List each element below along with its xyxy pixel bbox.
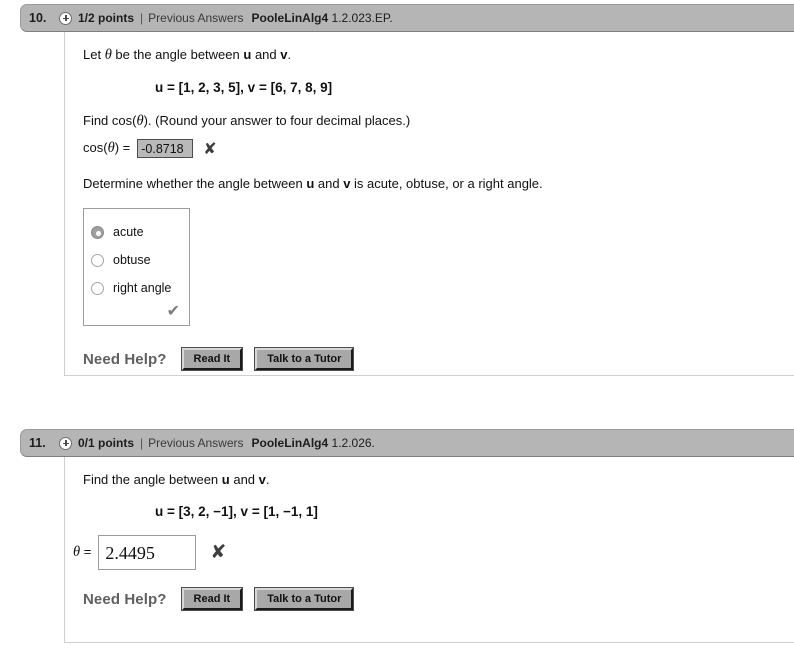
intro-statement: Let θ be the angle between u and v. [83, 46, 794, 64]
problem-block-11: 11. 0/1 points | Previous Answers PooleL… [0, 429, 794, 643]
need-help-row-10: Need Help? Read It Talk to a Tutor [83, 347, 794, 371]
incorrect-mark-icon: ✘ [203, 138, 217, 158]
cos-label-pre: cos( [83, 140, 108, 155]
need-help-label: Need Help? [83, 590, 167, 608]
plus-circle-icon[interactable] [59, 436, 72, 450]
read-it-button[interactable]: Read It [180, 587, 244, 611]
problem-body-10: Let θ be the angle between u and v. u = … [64, 32, 794, 376]
radio-label-obtuse: obtuse [113, 253, 151, 267]
book-reference: PooleLinAlg4 1.2.023.EP. [252, 11, 393, 25]
header-separator: | [140, 11, 144, 25]
need-help-label: Need Help? [83, 350, 167, 368]
angle-type-radio-group: acute obtuse right angle ✔ [83, 208, 190, 326]
cos-answer-field[interactable]: -0.8718 [137, 139, 194, 158]
points-label: 0/1 points [78, 436, 135, 450]
determine-pre: Determine whether the angle between [83, 176, 307, 191]
radio-result-row: ✔ [91, 302, 182, 321]
talk-to-tutor-button[interactable]: Talk to a Tutor [254, 587, 355, 611]
previous-answers-link[interactable]: Previous Answers [148, 11, 243, 25]
determine-mid: and [314, 176, 344, 191]
book-reference-number: 1.2.023.EP. [328, 11, 393, 25]
problem-number: 11. [29, 436, 46, 450]
intro-and: and [251, 47, 281, 62]
prompt-post: ). (Round your answer to four decimal pl… [143, 113, 411, 128]
intro-end: . [287, 47, 292, 62]
problem-number: 10. [29, 11, 47, 25]
radio-button-obtuse[interactable] [91, 253, 104, 267]
need-help-row-11: Need Help? Read It Talk to a Tutor [83, 587, 794, 611]
radio-button-right-angle[interactable] [91, 281, 104, 295]
radio-label-right-angle: right angle [113, 281, 172, 295]
equation-v-values: = [6, 7, 8, 9] [255, 80, 333, 95]
equation-vector-u: u [155, 80, 164, 95]
radio-option-obtuse[interactable]: obtuse [91, 246, 182, 274]
problem-body-11: Find the angle between u and v. u = [3, … [64, 457, 794, 643]
incorrect-mark-icon: ✘ [210, 541, 227, 563]
cos-answer-row: cos(θ) = -0.8718 ✘ [83, 139, 794, 158]
radio-label-acute: acute [113, 225, 144, 239]
radio-button-acute[interactable] [91, 225, 104, 239]
radio-option-right-angle[interactable]: right angle [91, 274, 182, 302]
theta-symbol: θ [104, 47, 112, 63]
book-reference-title: PooleLinAlg4 [251, 11, 329, 25]
equation-vector-v: v [240, 504, 249, 519]
book-reference-title: PooleLinAlg4 [251, 436, 329, 450]
cos-answer-label: cos(θ) = [83, 140, 130, 157]
intro-pre: Let [83, 47, 105, 62]
intro-and: and [229, 472, 259, 487]
problem-header-10: 10. 1/2 points | Previous Answers PooleL… [20, 4, 794, 32]
intro-statement: Find the angle between u and v. [83, 471, 794, 488]
read-it-button[interactable]: Read It [180, 347, 244, 371]
theta-answer-label: θ = [73, 544, 91, 561]
points-label: 1/2 points [78, 11, 135, 25]
book-reference-number: 1.2.026. [328, 436, 375, 450]
book-reference: PooleLinAlg4 1.2.026. [252, 436, 375, 450]
theta-answer-field[interactable]: 2.4495 [98, 535, 197, 570]
equation-v-values: = [1, −1, 1] [248, 504, 318, 519]
intro-mid: be the angle between [111, 47, 244, 62]
vector-u-ref: u [221, 472, 230, 487]
previous-answers-link[interactable]: Previous Answers [148, 436, 243, 450]
plus-circle-icon[interactable] [59, 11, 72, 25]
problem-block-10: 10. 1/2 points | Previous Answers PooleL… [0, 4, 794, 376]
assignment-page: 10. 1/2 points | Previous Answers PooleL… [0, 0, 794, 648]
cos-label-theta: θ [107, 140, 115, 156]
determine-post: is acute, obtuse, or a right angle. [350, 176, 543, 191]
vector-definition-11: u = [3, 2, −1], v = [1, −1, 1] [155, 504, 794, 519]
intro-pre: Find the angle between [83, 472, 222, 487]
talk-to-tutor-button[interactable]: Talk to a Tutor [254, 347, 355, 371]
equation-vector-u: u [155, 504, 164, 519]
theta-label-equals: = [80, 544, 92, 559]
equation-u-values: = [1, 2, 3, 5], [163, 80, 248, 95]
vector-definition-10: u = [1, 2, 3, 5], v = [6, 7, 8, 9] [155, 80, 794, 95]
equation-u-values: = [3, 2, −1], [163, 504, 241, 519]
vector-v-ref: v [258, 472, 266, 487]
correct-mark-icon: ✔ [166, 301, 180, 320]
cos-label-post: ) = [114, 140, 131, 155]
problem-header-11: 11. 0/1 points | Previous Answers PooleL… [20, 429, 794, 457]
header-separator: | [140, 436, 144, 450]
prompt-theta-symbol: θ [136, 113, 144, 129]
determine-angle-prompt: Determine whether the angle between u an… [83, 175, 794, 192]
find-cos-prompt: Find cos(θ). (Round your answer to four … [83, 112, 794, 130]
theta-answer-row: θ = 2.4495 ✘ [73, 535, 794, 570]
intro-end: . [265, 472, 270, 487]
radio-option-acute[interactable]: acute [91, 218, 182, 246]
prompt-pre: Find cos( [83, 113, 137, 128]
